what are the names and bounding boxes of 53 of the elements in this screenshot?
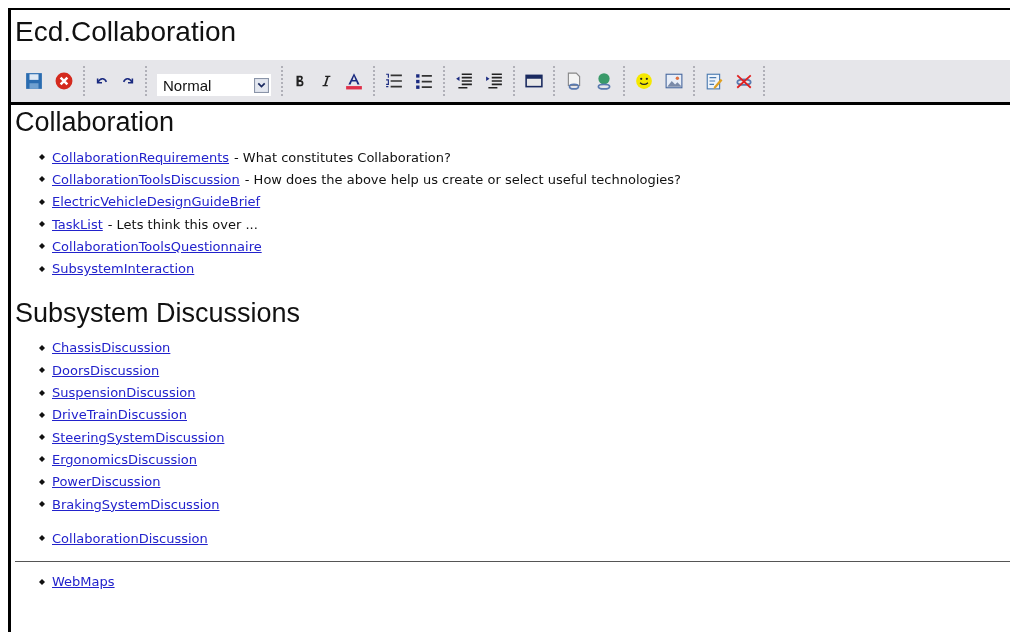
globe-link-icon[interactable] (595, 72, 613, 90)
section-heading: Subsystem Discussions (15, 297, 302, 329)
bullet-icon (39, 198, 45, 205)
bullet-icon (39, 367, 45, 374)
page-title: Ecd.Collaboration (14, 15, 238, 49)
numbered-list-icon[interactable] (385, 72, 403, 90)
page-link[interactable]: SuspensionDiscussion (52, 385, 196, 400)
indent-icon[interactable] (485, 72, 503, 90)
smiley-icon[interactable] (635, 72, 653, 90)
notepad-pencil-icon[interactable] (705, 72, 723, 90)
link-description: - What constitutes Collaboration? (234, 149, 451, 165)
bullet-icon (39, 411, 45, 418)
bullet-icon (39, 221, 45, 228)
caret-icon (254, 77, 269, 93)
page-link[interactable]: ChassisDiscussion (52, 340, 171, 356)
bullet-icon (39, 535, 45, 542)
page-link[interactable]: CollaborationRequirements (52, 149, 230, 165)
bullet-icon (39, 176, 45, 183)
format-dropdown[interactable]: Normal (157, 74, 271, 96)
page-link[interactable]: ErgonomicsDiscussion (52, 451, 198, 467)
page-link[interactable]: SteeringSystemDiscussion (52, 429, 225, 445)
page-link[interactable]: DoorsDiscussion (52, 362, 160, 378)
bullet-icon (39, 578, 45, 585)
page-link[interactable]: PowerDiscussion (52, 474, 161, 490)
image-icon[interactable] (665, 72, 683, 90)
link-description: - How does the above help us create or select useful technologies? (244, 171, 681, 187)
bulleted-list-icon[interactable] (415, 72, 433, 90)
bullet-icon (39, 389, 45, 396)
cancel-icon[interactable] (55, 72, 73, 90)
page-link[interactable]: CollaborationToolsDiscussion (52, 171, 240, 187)
link-description: - Lets think this over ... (107, 216, 258, 232)
bullet-icon (39, 154, 45, 161)
page-link[interactable]: ElectricVehicleDesignGuideBrief (52, 194, 261, 210)
bullet-icon (39, 434, 45, 441)
page-link[interactable]: CollaborationDiscussion (52, 530, 208, 546)
page-link[interactable]: SubsystemInteraction (52, 261, 195, 277)
page-link[interactable]: CollaborationToolsQuestionnaire (52, 238, 262, 254)
page-link[interactable]: WebMaps (52, 574, 115, 590)
page-link[interactable]: BrakingSystemDiscussion (52, 496, 220, 512)
bullet-icon (39, 265, 45, 272)
outdent-icon[interactable] (455, 72, 473, 90)
unlink-icon[interactable] (735, 72, 753, 90)
section-heading: Collaboration (15, 107, 176, 138)
text-color-icon[interactable] (345, 72, 363, 90)
document-link-icon[interactable] (565, 72, 583, 90)
bullet-icon (39, 456, 45, 463)
bullet-icon (39, 344, 45, 351)
page-link[interactable]: DriveTrainDiscussion (52, 407, 187, 423)
window-icon[interactable] (525, 72, 543, 90)
bullet-icon (39, 243, 45, 250)
bullet-icon (39, 478, 45, 485)
page-link[interactable]: TaskList (52, 216, 103, 232)
bullet-icon (39, 501, 45, 507)
